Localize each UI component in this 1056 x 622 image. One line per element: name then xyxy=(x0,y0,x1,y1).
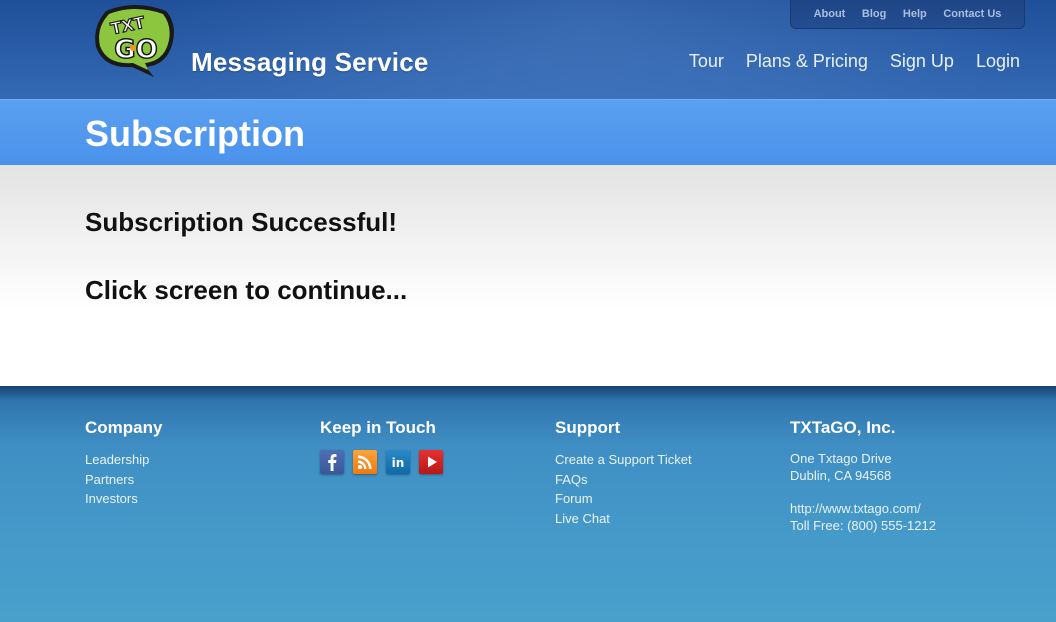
footer-contact: TXTaGO, Inc. One Txtago Drive Dublin, CA… xyxy=(790,418,936,534)
footer-keep-in-touch: Keep in Touch in xyxy=(320,418,443,474)
continue-prompt[interactable]: Click screen to continue... xyxy=(85,275,407,306)
nav-login[interactable]: Login xyxy=(976,51,1020,72)
about-link[interactable]: About xyxy=(814,8,846,20)
partners-link[interactable]: Partners xyxy=(85,472,134,487)
address-line-1: One Txtago Drive xyxy=(790,451,892,466)
website-link[interactable]: http://www.txtago.com/ xyxy=(790,500,936,517)
investors-link[interactable]: Investors xyxy=(85,491,138,506)
site-header: TXT GO Messaging Service About Blog Help… xyxy=(0,0,1056,99)
main-nav: Tour Plans & Pricing Sign Up Login xyxy=(689,51,1020,72)
footer-company: Company Leadership Partners Investors xyxy=(85,418,162,509)
txtago-logo[interactable]: TXT GO xyxy=(92,3,178,77)
create-support-ticket-link[interactable]: Create a Support Ticket xyxy=(555,452,692,467)
help-link[interactable]: Help xyxy=(903,8,927,20)
footer-heading-company: Company xyxy=(85,418,163,437)
contact-us-link[interactable]: Contact Us xyxy=(943,8,1001,20)
footer-heading-keep-in-touch: Keep in Touch xyxy=(320,418,436,437)
rss-icon[interactable] xyxy=(353,450,377,474)
live-chat-link[interactable]: Live Chat xyxy=(555,511,610,526)
footer-heading-support: Support xyxy=(555,418,621,437)
address-line-2: Dublin, CA 94568 xyxy=(790,468,892,483)
nav-sign-up[interactable]: Sign Up xyxy=(890,51,954,72)
toll-free-phone: Toll Free: (800) 555-1212 xyxy=(790,518,936,533)
facebook-icon[interactable] xyxy=(320,450,344,474)
footer-support: Support Create a Support Ticket FAQs For… xyxy=(555,418,692,528)
title-band: Subscription xyxy=(0,99,1056,165)
social-icons: in xyxy=(320,450,443,474)
page-title: Subscription xyxy=(85,113,306,154)
svg-text:in: in xyxy=(392,456,405,470)
site-footer: Company Leadership Partners Investors Ke… xyxy=(0,386,1056,622)
faqs-link[interactable]: FAQs xyxy=(555,472,588,487)
utility-nav: About Blog Help Contact Us xyxy=(790,0,1025,29)
leadership-link[interactable]: Leadership xyxy=(85,452,149,467)
svg-text:GO: GO xyxy=(114,35,157,65)
blog-link[interactable]: Blog xyxy=(862,8,886,20)
content-area[interactable]: Subscription Successful! Click screen to… xyxy=(0,165,1056,386)
success-message: Subscription Successful! xyxy=(85,207,398,237)
forum-link[interactable]: Forum xyxy=(555,491,593,506)
linkedin-icon[interactable]: in xyxy=(386,450,410,474)
brand-name: Messaging Service xyxy=(191,47,429,77)
youtube-icon[interactable] xyxy=(419,450,443,474)
nav-plans-pricing[interactable]: Plans & Pricing xyxy=(746,51,868,72)
footer-heading-company-name: TXTaGO, Inc. xyxy=(790,418,896,437)
nav-tour[interactable]: Tour xyxy=(689,51,724,72)
